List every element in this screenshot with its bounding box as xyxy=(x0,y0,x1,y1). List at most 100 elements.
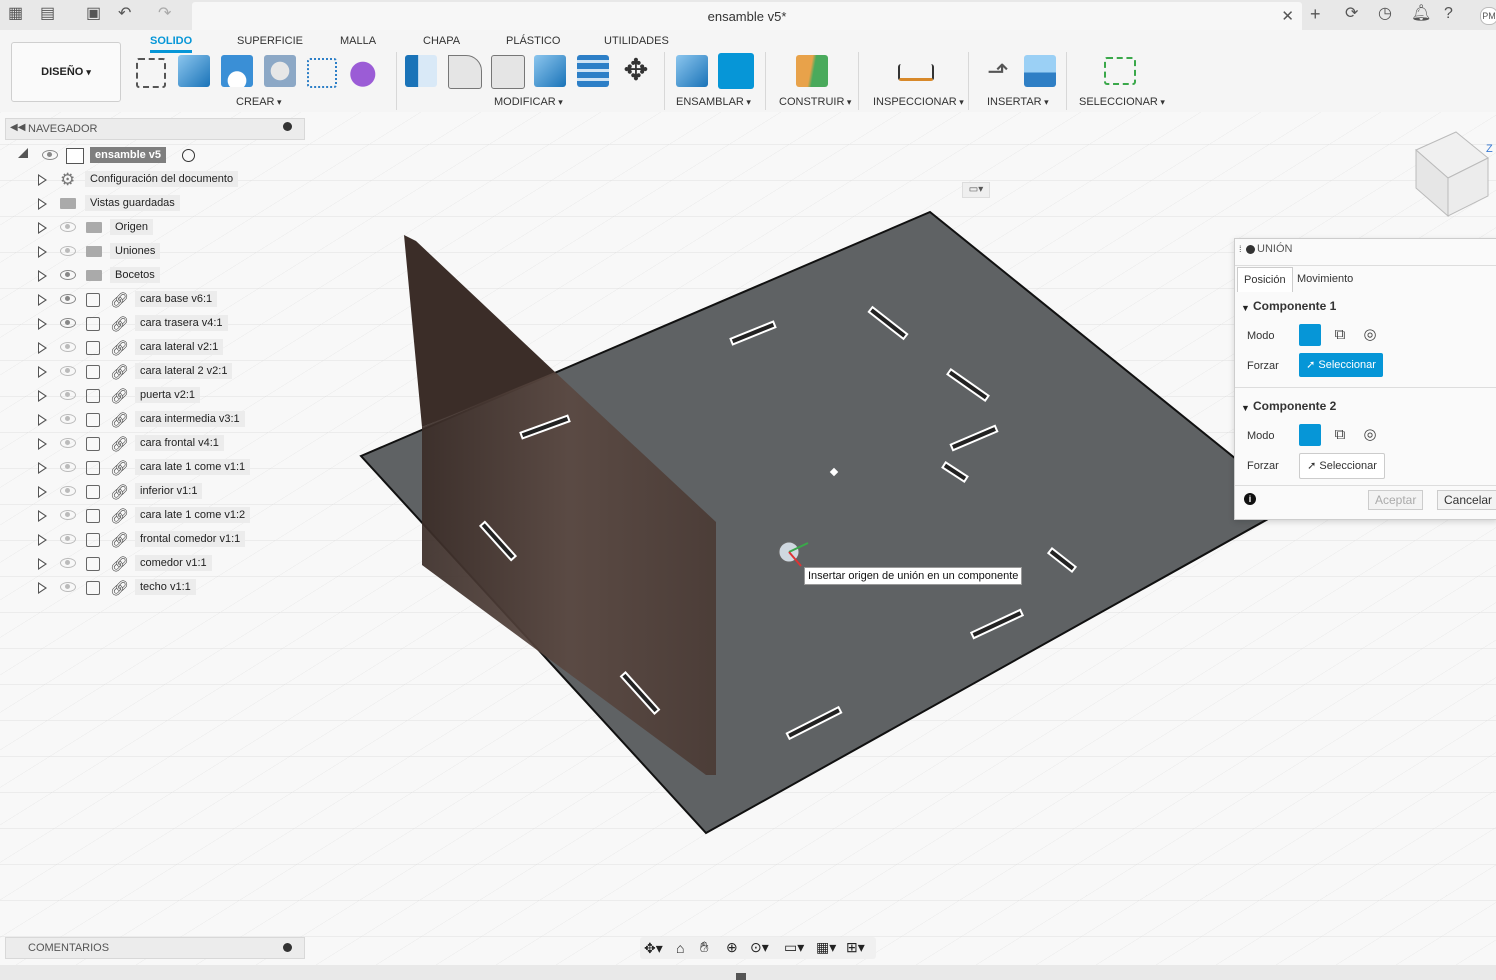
tab-utilidades[interactable]: UTILIDADES xyxy=(604,35,669,47)
move-icon[interactable]: ✥ xyxy=(620,55,652,87)
comments-panel[interactable]: COMENTARIOS xyxy=(5,937,305,959)
tree-item[interactable]: 🔗︎ cara late 1 come v1:2 xyxy=(0,505,300,527)
visibility-icon[interactable] xyxy=(60,486,76,496)
select-component1-button[interactable]: ➚ Seleccionar xyxy=(1299,353,1383,377)
combine-icon[interactable] xyxy=(534,55,566,87)
expand-triangle-icon[interactable] xyxy=(38,390,47,402)
cancel-button[interactable]: Cancelar xyxy=(1437,490,1496,510)
visibility-icon[interactable] xyxy=(60,462,76,472)
mode-between-button[interactable]: ⧉ xyxy=(1329,324,1351,346)
expand-triangle-icon[interactable] xyxy=(38,342,47,354)
pattern-icon[interactable] xyxy=(307,58,337,88)
collapse-triangle-icon[interactable]: ▼ xyxy=(1241,403,1250,413)
collapse-triangle-icon[interactable]: ▼ xyxy=(1241,303,1250,313)
visibility-icon[interactable] xyxy=(60,366,76,376)
expanded-triangle-icon[interactable] xyxy=(18,148,28,158)
group-crear[interactable]: CREAR xyxy=(236,96,282,108)
minimize-icon[interactable] xyxy=(1246,245,1255,254)
tree-item[interactable]: 🔗︎ frontal comedor v1:1 xyxy=(0,529,300,551)
apps-grid-icon[interactable]: ▦ xyxy=(8,6,23,22)
tab-superficie[interactable]: SUPERFICIE xyxy=(237,35,303,47)
visibility-icon[interactable] xyxy=(60,342,76,352)
visibility-icon[interactable] xyxy=(60,414,76,424)
add-comment-icon[interactable] xyxy=(283,943,292,952)
tree-item[interactable]: Bocetos xyxy=(0,265,300,287)
file-menu-icon[interactable]: ▤ xyxy=(40,6,55,22)
display-mode-icon[interactable]: ▭▾ xyxy=(962,182,990,198)
expand-triangle-icon[interactable] xyxy=(38,486,47,498)
expand-triangle-icon[interactable] xyxy=(38,366,47,378)
new-tab-icon[interactable]: + xyxy=(1310,5,1321,23)
shell-icon[interactable] xyxy=(491,55,525,89)
group-seleccionar[interactable]: SELECCIONAR xyxy=(1079,96,1165,108)
measure-icon[interactable] xyxy=(898,64,934,81)
visibility-icon[interactable] xyxy=(60,270,76,280)
navigator-header[interactable]: ◀◀ NAVEGADOR xyxy=(5,118,305,140)
viewports-icon[interactable]: ⊞▾ xyxy=(846,939,865,956)
visibility-icon[interactable] xyxy=(60,582,76,592)
visibility-icon[interactable] xyxy=(60,246,76,256)
create-form-icon[interactable] xyxy=(350,55,382,87)
tree-item[interactable]: Origen xyxy=(0,217,300,239)
tree-item[interactable]: ⚙ Configuración del documento xyxy=(0,169,300,191)
orbit-icon[interactable]: ✥▾ xyxy=(644,940,663,957)
extensions-icon[interactable]: ⟳ xyxy=(1345,6,1358,22)
tree-root[interactable]: ensamble v5 xyxy=(0,145,300,167)
expand-triangle-icon[interactable] xyxy=(38,294,47,306)
activate-radio-icon[interactable] xyxy=(182,149,195,162)
tree-item[interactable]: 🔗︎ inferior v1:1 xyxy=(0,481,300,503)
tree-item[interactable]: 🔗︎ cara lateral 2 v2:1 xyxy=(0,361,300,383)
tab-malla[interactable]: MALLA xyxy=(340,35,376,47)
expand-triangle-icon[interactable] xyxy=(38,462,47,474)
tree-item[interactable]: 🔗︎ cara lateral v2:1 xyxy=(0,337,300,359)
grid-settings-icon[interactable]: ▦▾ xyxy=(816,939,836,956)
expand-triangle-icon[interactable] xyxy=(38,534,47,546)
press-pull-icon[interactable] xyxy=(405,55,437,87)
revolve-icon[interactable] xyxy=(221,55,253,87)
tab-solido[interactable]: SOLIDO xyxy=(150,35,193,53)
collapse-navigator-icon[interactable]: ◀◀ xyxy=(10,122,25,133)
extrude-icon[interactable] xyxy=(178,55,210,87)
fit-icon[interactable]: ⊙▾ xyxy=(750,939,769,956)
root-label[interactable]: ensamble v5 xyxy=(90,147,167,163)
tree-item[interactable]: 🔗︎ puerta v2:1 xyxy=(0,385,300,407)
visibility-icon[interactable] xyxy=(60,534,76,544)
split-body-icon[interactable] xyxy=(577,55,609,87)
expand-triangle-icon[interactable] xyxy=(38,174,47,186)
tree-item[interactable]: 🔗︎ cara trasera v4:1 xyxy=(0,313,300,335)
expand-triangle-icon[interactable] xyxy=(38,318,47,330)
mode-simple-button[interactable] xyxy=(1299,424,1321,446)
ok-button[interactable]: Aceptar xyxy=(1368,490,1424,510)
look-at-icon[interactable]: ⌂ xyxy=(676,940,684,956)
expand-triangle-icon[interactable] xyxy=(38,270,47,282)
tree-item[interactable]: 🔗︎ cara base v6:1 xyxy=(0,289,300,311)
display-settings-icon[interactable]: ▭▾ xyxy=(784,939,804,956)
visibility-icon[interactable] xyxy=(60,318,76,328)
user-avatar[interactable]: PM xyxy=(1480,7,1496,25)
tree-item[interactable]: 🔗︎ cara intermedia v3:1 xyxy=(0,409,300,431)
expand-triangle-icon[interactable] xyxy=(38,582,47,594)
expand-triangle-icon[interactable] xyxy=(38,414,47,426)
group-construir[interactable]: CONSTRUIR xyxy=(779,96,851,108)
redo-icon[interactable]: ↷ xyxy=(158,6,171,22)
tab-chapa[interactable]: CHAPA xyxy=(423,35,460,47)
tree-item[interactable]: 🔗︎ techo v1:1 xyxy=(0,577,300,599)
status-handle-icon[interactable] xyxy=(736,973,746,980)
mode-center-button[interactable]: ◎ xyxy=(1359,324,1381,346)
visibility-icon[interactable] xyxy=(42,150,58,160)
mode-center-button[interactable]: ◎ xyxy=(1359,424,1381,446)
document-tab[interactable]: ensamble v5* ✕ xyxy=(192,2,1302,30)
visibility-icon[interactable] xyxy=(60,390,76,400)
group-insertar[interactable]: INSERTAR xyxy=(987,96,1049,108)
drag-handle-icon[interactable]: ⁞ xyxy=(1239,244,1242,254)
job-status-icon[interactable]: ◷ xyxy=(1378,6,1392,22)
visibility-icon[interactable] xyxy=(60,438,76,448)
offset-plane-icon[interactable] xyxy=(796,55,828,87)
workspace-switcher[interactable]: DISEÑO ▾ xyxy=(11,42,121,102)
info-icon[interactable]: i xyxy=(1244,493,1256,505)
tree-item[interactable]: Uniones xyxy=(0,241,300,263)
visibility-icon[interactable] xyxy=(60,510,76,520)
expand-triangle-icon[interactable] xyxy=(38,558,47,570)
tree-item[interactable]: 🔗︎ cara late 1 come v1:1 xyxy=(0,457,300,479)
notifications-icon[interactable]: 🔔︎ xyxy=(1411,6,1431,22)
